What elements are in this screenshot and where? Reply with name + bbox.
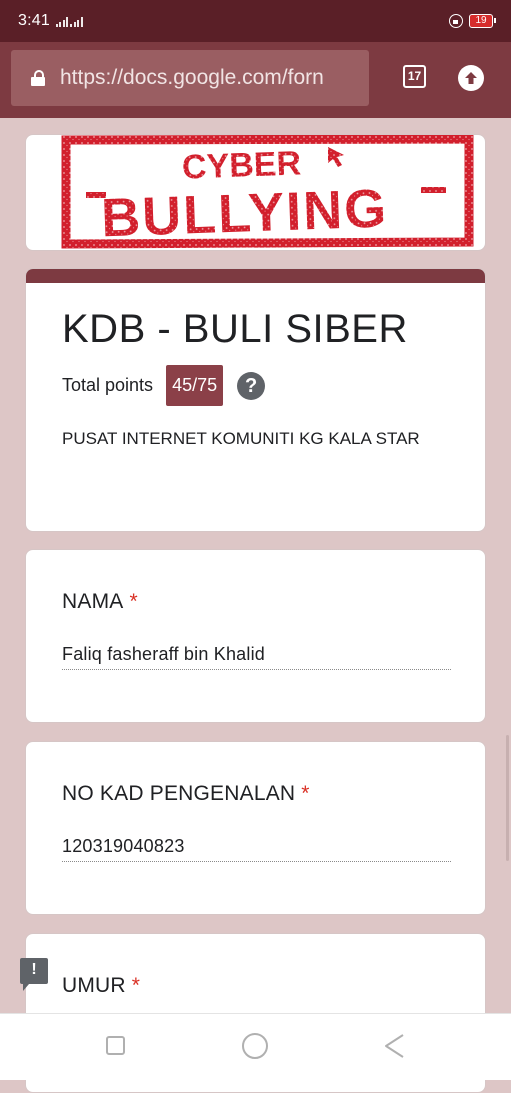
banner-line2: BULLYING xyxy=(100,178,389,248)
theme-strip xyxy=(26,269,485,283)
status-time: 3:41 xyxy=(18,12,50,29)
browser-toolbar: https://docs.google.com/forn 17 xyxy=(0,42,511,118)
feedback-icon[interactable]: ! xyxy=(20,958,48,991)
square-icon[interactable] xyxy=(106,1036,125,1055)
question-title: UMUR * xyxy=(62,974,140,998)
form-description: PUSAT INTERNET KOMUNITI KG KALA STAR xyxy=(62,429,420,448)
answer-underline xyxy=(62,669,451,670)
question-title: NAMA * xyxy=(62,590,138,614)
form-title: KDB - BULI SIBER xyxy=(62,307,408,351)
question-label: NO KAD PENGENALAN xyxy=(62,782,296,805)
url-text: https://docs.google.com/forn xyxy=(60,66,324,89)
points-row: Total points 45/75 ? xyxy=(62,365,266,406)
form-header-card: KDB - BULI SIBER Total points 45/75 ? PU… xyxy=(25,268,486,532)
signal-icon xyxy=(55,16,83,27)
required-mark: * xyxy=(131,974,141,997)
answer-underline xyxy=(62,861,451,862)
lock-icon xyxy=(31,70,45,86)
question-card-no-kad-pengenalan: NO KAD PENGENALAN * 120319040823 xyxy=(25,741,486,915)
system-nav-bar xyxy=(0,1013,511,1080)
question-label: UMUR xyxy=(62,974,126,997)
tab-switcher-button[interactable]: 17 xyxy=(403,65,426,88)
answer-text: 120319040823 xyxy=(62,836,185,856)
required-mark: * xyxy=(301,782,310,805)
points-label: Total points xyxy=(62,375,154,395)
url-bar[interactable]: https://docs.google.com/forn xyxy=(11,50,369,106)
banner-line1: CYBER xyxy=(181,144,301,186)
question-card-nama: NAMA * Faliq fasheraff bin Khalid xyxy=(25,549,486,723)
required-mark: * xyxy=(129,590,138,613)
question-title: NO KAD PENGENALAN * xyxy=(62,782,310,806)
score-badge: 45/75 xyxy=(166,365,224,406)
cyber-bullying-stamp: CYBER BULLYING xyxy=(61,135,474,249)
question-label: NAMA xyxy=(62,590,124,613)
header-banner-image: CYBER BULLYING xyxy=(25,134,486,251)
battery-icon: 19 xyxy=(469,14,496,28)
help-circle-icon[interactable]: ? xyxy=(237,371,266,400)
rotation-lock-icon xyxy=(449,14,463,28)
answer-text: Faliq fasheraff bin Khalid xyxy=(62,644,265,664)
cursor-arrow-icon xyxy=(328,147,344,167)
status-bar: 3:41 19 xyxy=(0,0,511,42)
circle-icon[interactable] xyxy=(242,1033,268,1059)
scrollbar[interactable] xyxy=(506,735,509,861)
triangle-back-icon[interactable] xyxy=(383,1033,405,1059)
upload-arrow-icon[interactable] xyxy=(458,65,484,91)
